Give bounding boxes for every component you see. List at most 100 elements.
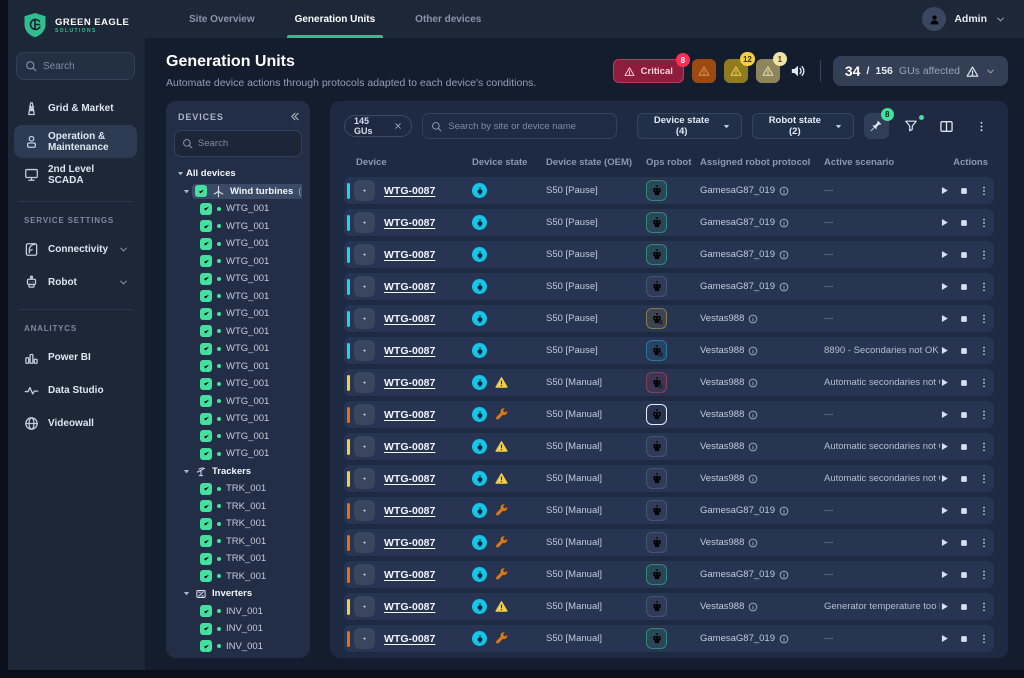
applied-filter-chip[interactable]: 145 GUs [344,115,412,137]
tree-item-trk_001[interactable]: TRK_001 [174,568,302,586]
device-link[interactable]: WTG-0087 [384,217,472,229]
device-tree-search[interactable] [174,130,302,157]
device-link[interactable]: WTG-0087 [384,633,472,645]
row-menu-button[interactable] [978,633,990,645]
tree-item-trk_001[interactable]: TRK_001 [174,480,302,498]
row-menu-button[interactable] [978,569,990,581]
tree-item-trk_001[interactable]: TRK_001 [174,533,302,551]
device-tree-search-input[interactable] [198,138,282,149]
info-icon[interactable] [779,250,789,260]
row-menu-button[interactable] [978,505,990,517]
checkbox-checked-icon[interactable] [200,238,212,250]
checkbox-checked-icon[interactable] [200,623,212,635]
sidebar-item-connectivity[interactable]: Connectivity [14,233,137,266]
device-link[interactable]: WTG-0087 [384,377,472,389]
caret-down-icon[interactable] [174,169,186,178]
checkbox-checked-icon[interactable] [200,605,212,617]
checkbox-checked-icon[interactable] [200,483,212,495]
device-link[interactable]: WTG-0087 [384,313,472,325]
checkbox-checked-icon[interactable] [200,518,212,530]
tree-item-wtg_001[interactable]: WTG_001 [174,200,302,218]
sidebar-item-power-bi[interactable]: Power BI [14,341,137,374]
checkbox-checked-icon[interactable] [200,220,212,232]
tree-item-wtg_001[interactable]: WTG_001 [174,428,302,446]
filter-button[interactable] [899,113,924,139]
checkbox-checked-icon[interactable] [200,535,212,547]
tree-item-wtg_001[interactable]: WTG_001 [174,445,302,463]
play-button[interactable] [939,569,950,580]
checkbox-checked-icon[interactable] [200,273,212,285]
sidebar-item-data-studio[interactable]: Data Studio [14,374,137,407]
table-row[interactable]: WTG-0087S50 [Manual]GamesaG87_019--- [344,561,994,588]
tree-item-inv_001[interactable]: INV_001 [174,603,302,621]
device-link[interactable]: WTG-0087 [384,409,472,421]
checkbox-checked-icon[interactable] [200,413,212,425]
row-menu-button[interactable] [978,217,990,229]
checkbox-checked-icon[interactable] [200,430,212,442]
checkbox-checked-icon[interactable] [200,325,212,337]
info-icon[interactable] [779,282,789,292]
gus-affected-dropdown[interactable]: 34 / 156 GUs affected [833,56,1008,86]
tree-item-wtg_001[interactable]: WTG_001 [174,270,302,288]
close-icon[interactable] [394,122,402,130]
info-icon[interactable] [748,538,758,548]
stop-button[interactable] [959,282,969,292]
tree-item-wtg_001[interactable]: WTG_001 [174,393,302,411]
table-row[interactable]: WTG-0087S50 [Pause]GamesaG87_019--- [344,177,994,204]
more-options-button[interactable] [969,113,994,139]
play-button[interactable] [939,313,950,324]
info-icon[interactable] [779,506,789,516]
play-button[interactable] [939,281,950,292]
info-icon[interactable] [748,410,758,420]
stop-button[interactable] [959,378,969,388]
checkbox-checked-icon[interactable] [200,640,212,652]
minor-alarms-badge[interactable]: 12 [724,59,748,83]
stop-button[interactable] [959,346,969,356]
tree-item-wtg_001[interactable]: WTG_001 [174,288,302,306]
stop-button[interactable] [959,602,969,612]
play-button[interactable] [939,345,950,356]
row-menu-button[interactable] [978,313,990,325]
info-icon[interactable] [748,314,758,324]
checkbox-checked-icon[interactable] [200,570,212,582]
checkbox-checked-icon[interactable] [200,308,212,320]
device-link[interactable]: WTG-0087 [384,473,472,485]
play-button[interactable] [939,505,950,516]
tree-item-wtg_001[interactable]: WTG_001 [174,358,302,376]
tree-item-wtg_001[interactable]: WTG_001 [174,218,302,236]
play-button[interactable] [939,441,950,452]
device-state-filter-dropdown[interactable]: Device state (4) [637,113,742,139]
caret-down-icon[interactable] [180,589,192,598]
user-menu[interactable]: Admin [922,0,1024,38]
play-button[interactable] [939,633,950,644]
play-button[interactable] [939,217,950,228]
robot-state-filter-dropdown[interactable]: Robot state (2) [752,113,854,139]
tree-item-wtg_001[interactable]: WTG_001 [174,375,302,393]
device-link[interactable]: WTG-0087 [384,537,472,549]
row-menu-button[interactable] [978,281,990,293]
info-icon[interactable] [779,570,789,580]
checkbox-checked-icon[interactable] [200,255,212,267]
device-link[interactable]: WTG-0087 [384,281,472,293]
tab-site-overview[interactable]: Site Overview [171,0,273,38]
checkbox-checked-icon[interactable] [200,395,212,407]
checkbox-checked-icon[interactable] [200,290,212,302]
tree-group-inverters[interactable]: Inverters [174,585,302,603]
sidebar-item-operation-maintenance[interactable]: Operation & Maintenance [14,125,137,158]
table-row[interactable]: WTG-0087S50 [Manual]Vestas988Automatic s… [344,369,994,396]
row-menu-button[interactable] [978,377,990,389]
table-row[interactable]: WTG-0087S50 [Pause]GamesaG87_019--- [344,241,994,268]
device-link[interactable]: WTG-0087 [384,185,472,197]
device-link[interactable]: WTG-0087 [384,601,472,613]
tree-group-trackers[interactable]: Trackers [174,463,302,481]
device-link[interactable]: WTG-0087 [384,569,472,581]
info-icon[interactable] [779,634,789,644]
pinned-rows-button[interactable]: 8 [864,113,889,139]
row-menu-button[interactable] [978,537,990,549]
table-row[interactable]: WTG-0087S50 [Manual]GamesaG87_019--- [344,625,994,652]
caret-down-icon[interactable] [180,187,192,196]
stop-button[interactable] [959,186,969,196]
tree-item-trk_001[interactable]: TRK_001 [174,550,302,568]
tree-item-wtg_001[interactable]: WTG_001 [174,235,302,253]
tree-item-wtg_001[interactable]: WTG_001 [174,410,302,428]
